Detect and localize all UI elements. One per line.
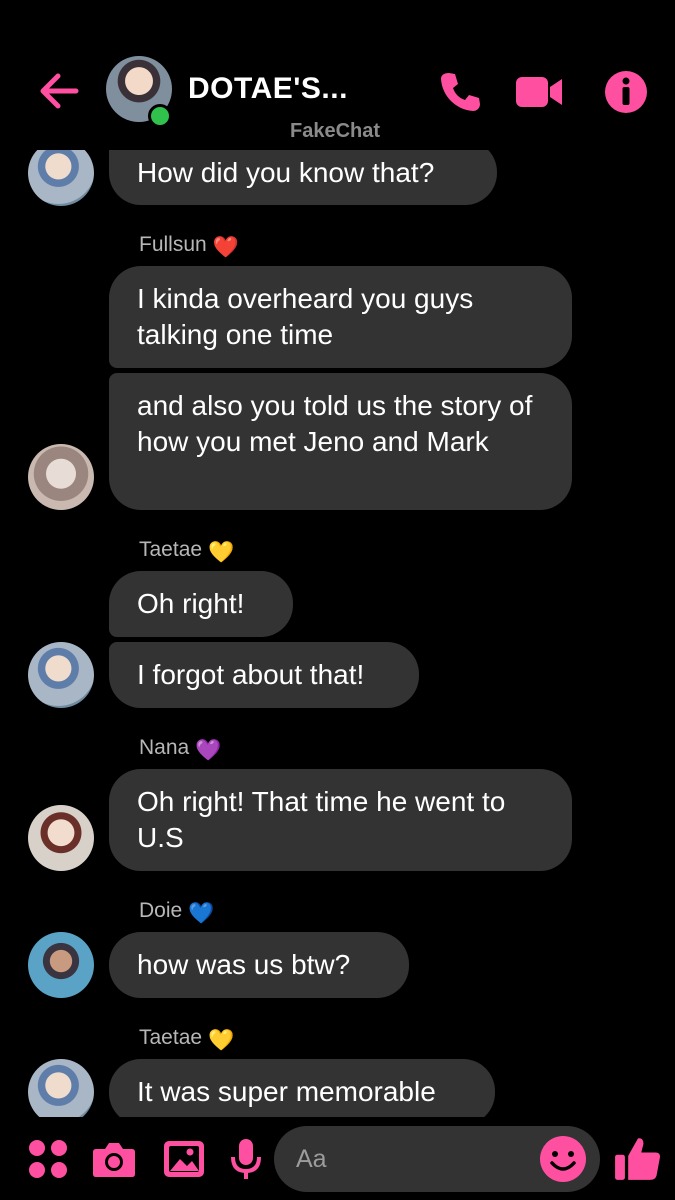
image-icon[interactable] (162, 1137, 206, 1181)
message-text: Oh right! That time he went to U.S (137, 786, 506, 853)
message-bubble[interactable]: and also you told us the story of how yo… (109, 373, 572, 510)
sender-label: Nana (139, 736, 190, 759)
sender-name: Fullsun ❤️ (139, 233, 239, 260)
sender-label: Taetae (139, 538, 203, 561)
sender-label: Fullsun (139, 233, 207, 256)
message-text: I forgot about that! (137, 659, 365, 690)
message-bubble[interactable]: I forgot about that! (109, 642, 419, 708)
avatar-nana[interactable] (28, 805, 94, 871)
video-camera-icon[interactable] (515, 68, 563, 116)
message-text: I kinda overheard you guys talking one t… (137, 283, 474, 350)
message-text: how was us btw? (137, 949, 351, 980)
avatar-taetae[interactable] (28, 642, 94, 708)
four-dots-icon[interactable] (26, 1137, 70, 1181)
message-text: How did you know that? (137, 157, 435, 188)
message-list[interactable]: How did you know that? Fullsun ❤️ I kinda… (0, 0, 675, 1117)
camera-icon[interactable] (92, 1137, 136, 1181)
avatar-taetae[interactable] (28, 1059, 94, 1117)
sender-name: Taetae 💛 (139, 538, 234, 565)
message-text: and also you told us the story of how yo… (137, 390, 533, 457)
message-text: It was super memorable (137, 1076, 436, 1107)
message-composer[interactable] (274, 1126, 600, 1192)
message-bubble[interactable]: It was super memorable (109, 1059, 495, 1117)
message-bubble[interactable]: how was us btw? (109, 932, 409, 998)
heart-emoji-icon: 💛 (208, 541, 235, 564)
message-bubble[interactable]: Oh right! (109, 571, 293, 637)
sender-label: Doie (139, 899, 183, 922)
heart-emoji-icon: 💙 (188, 902, 215, 925)
message-bubble[interactable]: I kinda overheard you guys talking one t… (109, 266, 572, 368)
heart-emoji-icon: ❤️ (212, 236, 239, 259)
avatar-doie[interactable] (28, 932, 94, 998)
sender-name: Doie 💙 (139, 899, 214, 926)
message-text: Oh right! (137, 588, 245, 619)
avatar-fullsun[interactable] (28, 444, 94, 510)
microphone-icon[interactable] (224, 1137, 268, 1181)
chat-header: DOTAE'S... FakeChat (0, 0, 675, 150)
message-input[interactable] (296, 1142, 526, 1176)
phone-icon[interactable] (436, 68, 484, 116)
sender-label: Taetae (139, 1026, 203, 1049)
heart-emoji-icon: 💜 (195, 739, 222, 762)
back-arrow-icon[interactable] (36, 68, 82, 114)
message-bubble[interactable]: Oh right! That time he went to U.S (109, 769, 572, 871)
smiley-icon[interactable] (538, 1134, 588, 1184)
thumbs-up-icon[interactable] (614, 1134, 662, 1182)
sender-name: Nana 💜 (139, 736, 221, 763)
sender-name: Taetae 💛 (139, 1026, 234, 1053)
online-status-dot (148, 104, 172, 128)
chat-title[interactable]: DOTAE'S... (188, 72, 348, 106)
info-icon[interactable] (602, 68, 650, 116)
watermark-label: FakeChat (290, 120, 381, 142)
heart-emoji-icon: 💛 (208, 1029, 235, 1052)
